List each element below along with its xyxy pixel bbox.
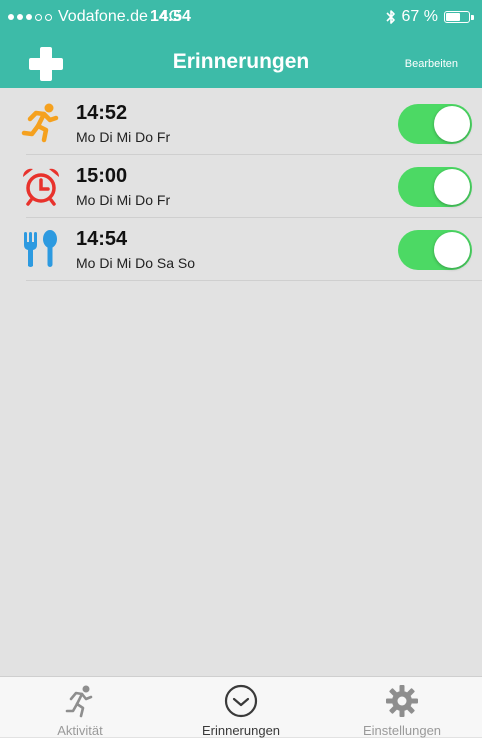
- add-reminder-button[interactable]: [26, 44, 66, 84]
- fork-spoon-icon: [24, 230, 57, 267]
- clock-icon: [224, 684, 258, 718]
- alarm-clock-icon: [22, 168, 60, 206]
- reminder-days: Mo Di Mi Do Fr: [76, 192, 171, 208]
- tab-reminders[interactable]: Erinnerungen: [161, 677, 321, 738]
- signal-strength-icon: [8, 13, 52, 21]
- status-time: 14:54: [150, 8, 191, 25]
- tab-activity[interactable]: Aktivität: [0, 677, 160, 738]
- tab-settings[interactable]: Einstellungen: [322, 677, 482, 738]
- reminder-time: 14:54: [76, 228, 128, 250]
- reminder-toggle[interactable]: [398, 230, 472, 270]
- reminder-time: 14:52: [76, 102, 128, 124]
- reminder-row[interactable]: 14:52 Mo Di Mi Do Fr: [0, 92, 482, 155]
- tab-bar: Aktivität Erinnerungen Einstellungen: [0, 676, 482, 738]
- reminder-days: Mo Di Mi Do Sa So: [76, 255, 196, 271]
- reminder-row[interactable]: 15:00 Mo Di Mi Do Fr: [0, 155, 482, 218]
- reminder-list: 14:52 Mo Di Mi Do Fr 15:00 Mo Di Mi Do F…: [0, 92, 482, 281]
- bluetooth-icon: [385, 10, 395, 24]
- battery-icon: [444, 11, 474, 23]
- gear-icon: [386, 685, 418, 717]
- navigation-bar: Erinnerungen Bearbeiten: [0, 34, 482, 88]
- header: Vodafone.de 4G 14:54 67 % Erinnerungen B…: [0, 0, 482, 88]
- carrier-name: Vodafone.de: [58, 8, 148, 25]
- reminder-toggle[interactable]: [398, 167, 472, 207]
- reminder-time: 15:00: [76, 165, 128, 187]
- edit-button[interactable]: Bearbeiten: [405, 58, 458, 70]
- battery-percent: 67 %: [401, 8, 438, 25]
- status-bar: Vodafone.de 4G 14:54 67 %: [0, 0, 482, 34]
- reminder-row[interactable]: 14:54 Mo Di Mi Do Sa So: [0, 218, 482, 281]
- reminder-toggle[interactable]: [398, 104, 472, 144]
- runner-icon: [21, 103, 59, 143]
- reminder-days: Mo Di Mi Do Fr: [76, 129, 171, 145]
- runner-icon: [65, 685, 93, 718]
